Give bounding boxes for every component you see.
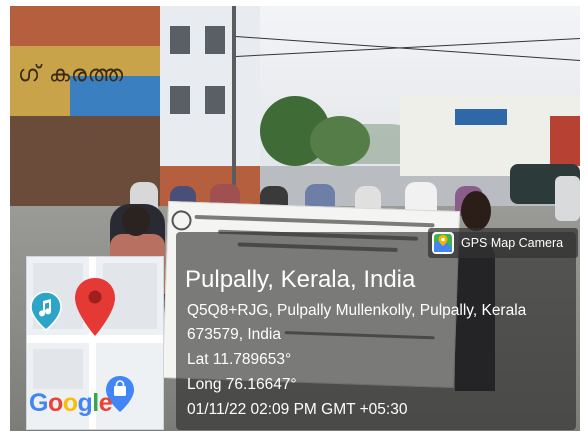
map-block [33, 349, 83, 389]
latitude: Lat 11.789653° [187, 351, 292, 368]
gps-map-camera-app-icon [432, 232, 454, 254]
address-line-2: 673579, India [187, 326, 281, 343]
longitude: Long 76.16647° [187, 376, 297, 393]
banner-text-line [194, 214, 435, 228]
shop-sign-text: ഗ് കരത്ത [18, 62, 125, 87]
window [205, 86, 225, 114]
right-building-sign [455, 109, 507, 125]
window [170, 86, 190, 114]
banner-logo-icon [171, 210, 192, 231]
location-title: Pulpally, Kerala, India [185, 266, 416, 293]
location-pin-icon [75, 278, 115, 336]
banner-holder-left-head [122, 206, 150, 236]
datetime-stamp: 01/11/22 02:09 PM GMT +05:30 [187, 401, 408, 418]
google-logo-letter: o [62, 389, 78, 417]
google-logo: Google [29, 389, 113, 418]
utility-pole [232, 6, 236, 196]
google-logo-letter: G [29, 389, 48, 417]
google-logo-letter: e [98, 389, 113, 417]
gps-map-camera-badge: GPS Map Camera [428, 228, 578, 258]
music-marker-icon [30, 291, 62, 331]
google-logo-letter: g [77, 389, 93, 417]
window [205, 26, 225, 54]
mini-map: Google [26, 256, 164, 430]
google-logo-letter: o [47, 389, 63, 417]
address-line-1: Q5Q8+RJG, Pulpally Mullenkolly, Pulpally… [187, 302, 527, 319]
right-building-awning [550, 116, 580, 166]
tree [310, 116, 370, 166]
parked-car-white [555, 176, 580, 221]
banner-holder-right-head [461, 191, 491, 231]
window [170, 26, 190, 54]
gps-map-camera-label: GPS Map Camera [461, 236, 564, 250]
